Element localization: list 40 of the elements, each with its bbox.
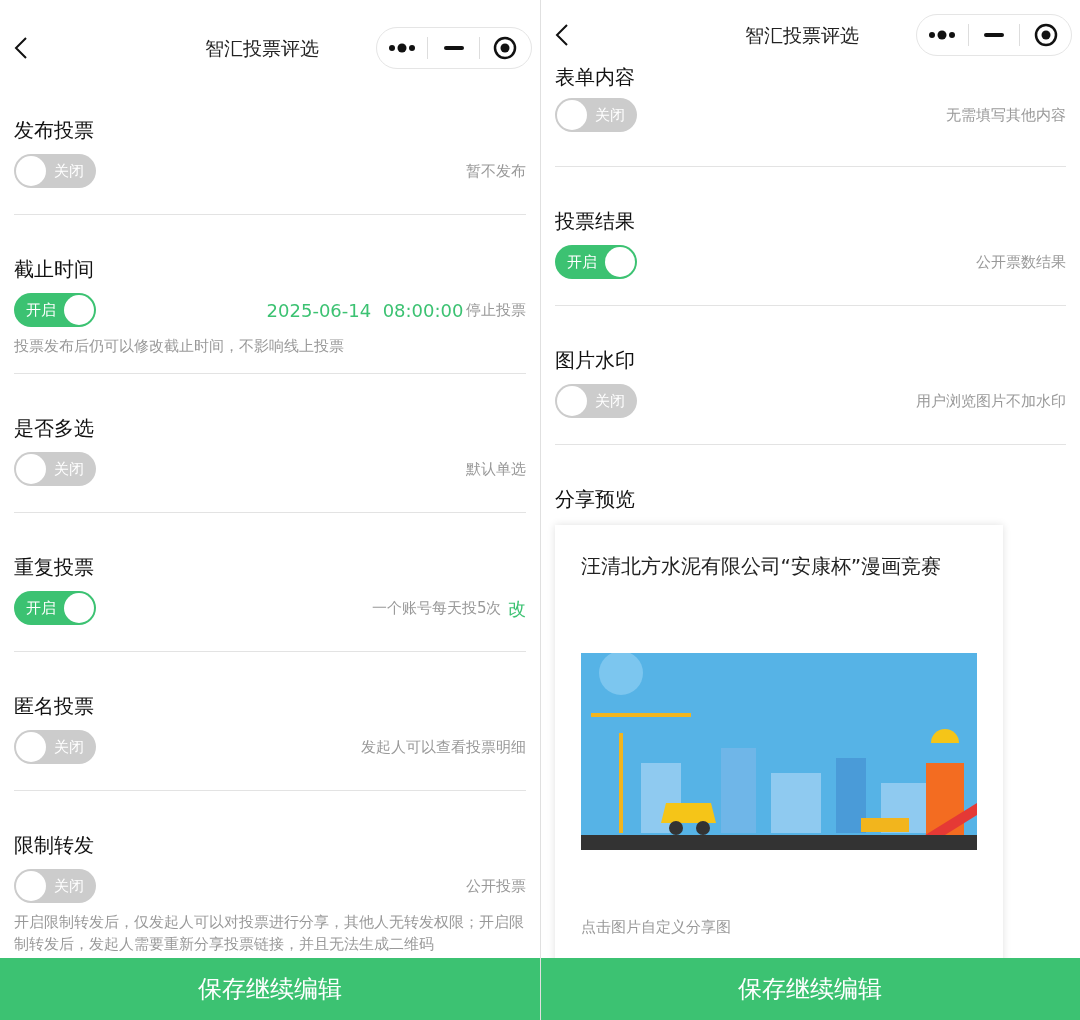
- setting-note: 开启限制转发后，仅发起人可以对投票进行分享，其他人无转发权限；开启限制转发后，发起人需要重新分享投票链接，并且无法生成二维码: [14, 912, 525, 955]
- share-hint: 点击图片自定义分享图: [580, 917, 732, 938]
- toggle-switch[interactable]: 开启: [554, 245, 637, 279]
- more-icon[interactable]: [388, 43, 415, 53]
- setting-hint: 公开投票: [465, 875, 526, 897]
- section-title: 表单内容: [554, 66, 636, 88]
- minimize-icon[interactable]: [443, 46, 464, 50]
- page-title: 智汇投票评选: [745, 22, 860, 48]
- save-continue-button[interactable]: 保存继续编辑: [0, 958, 540, 1020]
- back-icon[interactable]: [554, 23, 569, 47]
- setting-hint: 停止投票: [465, 299, 526, 321]
- setting-hint: 无需填写其他内容: [946, 104, 1066, 126]
- section-title: 是否多选: [14, 415, 95, 442]
- section-title: 重复投票: [14, 554, 95, 581]
- close-icon[interactable]: [493, 36, 518, 60]
- toggle-switch[interactable]: 开启: [14, 591, 96, 625]
- edit-link[interactable]: 改: [507, 594, 526, 622]
- setting-note: 投票发布后仍可以修改截止时间，不影响线上投票: [14, 336, 345, 357]
- section-title: 限制转发: [14, 832, 95, 859]
- section-title: 投票结果: [554, 208, 636, 235]
- save-continue-button[interactable]: 保存继续编辑: [540, 958, 1080, 1020]
- setting-hint: 用户浏览图片不加水印: [916, 390, 1066, 412]
- setting-hint: 默认单选: [465, 458, 526, 480]
- section-title: 图片水印: [554, 347, 636, 374]
- section-title: 截止时间: [14, 256, 95, 283]
- minimize-icon[interactable]: [984, 33, 1004, 37]
- close-icon[interactable]: [1033, 23, 1058, 47]
- section-title: 分享预览: [554, 486, 636, 513]
- toggle-switch[interactable]: 开启: [14, 293, 96, 327]
- share-title: 汪清北方水泥有限公司“安康杯”漫画竞赛: [580, 553, 943, 580]
- back-icon[interactable]: [14, 36, 28, 60]
- deadline-datetime[interactable]: 2025-06-14 08:00:00: [266, 296, 464, 324]
- more-icon[interactable]: [929, 30, 956, 40]
- setting-hint: 公开票数结果: [976, 251, 1066, 273]
- section-title: 发布投票: [14, 117, 95, 144]
- setting-hint: 暂不发布: [465, 160, 526, 182]
- setting-hint: 发起人可以查看投票明细: [360, 736, 526, 758]
- page-title: 智汇投票评选: [204, 35, 319, 61]
- section-title: 匿名投票: [14, 693, 95, 720]
- setting-hint: 一个账号每天投5次: [371, 597, 502, 619]
